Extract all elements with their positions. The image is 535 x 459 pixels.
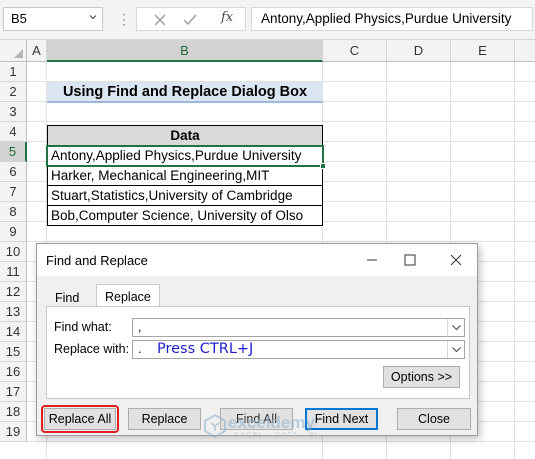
tab-strip: Find Replace [46, 284, 470, 307]
watermark-tagline: EXCEL · DATA · BI [234, 432, 319, 439]
row-header-14[interactable]: 14 [0, 322, 27, 342]
find-what-value: , [138, 320, 142, 334]
name-box-value: B5 [11, 11, 27, 26]
gridline [27, 121, 535, 122]
row-header-1[interactable]: 1 [0, 62, 27, 82]
row-header-18[interactable]: 18 [0, 402, 27, 422]
maximize-icon[interactable] [395, 244, 425, 276]
column-header-f[interactable] [515, 40, 535, 62]
row-header-12[interactable]: 12 [0, 282, 27, 302]
close-button[interactable]: Close [397, 408, 471, 430]
table-row[interactable]: Stuart,Statistics,University of Cambridg… [47, 185, 323, 206]
table-header-cell[interactable]: Data [47, 125, 323, 146]
replace-with-dropdown[interactable] [447, 341, 464, 358]
formula-bar: B5 ⋮ fx Antony,Applied Physics,Purdue Un… [0, 0, 535, 40]
row-header-17[interactable]: 17 [0, 382, 27, 402]
column-header-d[interactable]: D [387, 40, 451, 62]
watermark: exceldemy EXCEL · DATA · BI [200, 410, 340, 446]
data-table: Data Antony,Applied Physics,Purdue Unive… [47, 125, 323, 226]
find-what-input[interactable]: , [132, 318, 465, 337]
row-header-5[interactable]: 5 [0, 142, 27, 162]
row-header-9[interactable]: 9 [0, 222, 27, 242]
chevron-down-icon[interactable] [89, 13, 97, 21]
title-cell[interactable]: Using Find and Replace Dialog Box [47, 82, 323, 103]
formula-bar-resize-handle[interactable]: ⋮ [117, 11, 131, 27]
tab-find-label: Find [55, 291, 80, 305]
column-header-a[interactable]: A [27, 40, 47, 62]
column-header-e[interactable]: E [451, 40, 515, 62]
row-header-15[interactable]: 15 [0, 342, 27, 362]
chevron-down-icon [452, 325, 461, 331]
row-header-10[interactable]: 10 [0, 242, 27, 262]
options-button[interactable]: Options >> [383, 366, 460, 388]
press-ctrl-j-note: Press CTRL+J [157, 341, 254, 357]
name-box[interactable]: B5 [3, 7, 103, 31]
formula-bar-buttons: fx [136, 7, 246, 31]
replace-with-label: Replace with: [54, 342, 130, 356]
table-row[interactable]: Harker, Mechanical Engineering,MIT [47, 165, 323, 186]
row-header-2[interactable]: 2 [0, 82, 27, 102]
minimize-icon[interactable] [357, 244, 387, 276]
find-what-label: Find what: [54, 320, 112, 334]
replace-all-button[interactable]: Replace All [44, 408, 116, 430]
row-header-6[interactable]: 6 [0, 162, 27, 182]
cancel-icon[interactable] [151, 11, 169, 29]
row-header-4[interactable]: 4 [0, 122, 27, 142]
find-replace-dialog: Find and Replace Find Replace Find what:… [36, 243, 478, 436]
close-icon[interactable] [441, 244, 471, 276]
tab-replace[interactable]: Replace [96, 284, 160, 307]
column-header-c[interactable]: C [323, 40, 387, 62]
insert-function-icon[interactable]: fx [221, 10, 233, 25]
replace-with-input[interactable]: . Press CTRL+J [132, 340, 465, 359]
row-header-16[interactable]: 16 [0, 362, 27, 382]
formula-text: Antony,Applied Physics,Purdue University [261, 11, 512, 26]
tab-find[interactable]: Find [46, 287, 89, 307]
row-header-19[interactable]: 19 [0, 422, 27, 442]
select-all-triangle-icon [14, 49, 23, 58]
row-header-8[interactable]: 8 [0, 202, 27, 222]
row-header-13[interactable]: 13 [0, 302, 27, 322]
chevron-down-icon [452, 347, 461, 353]
column-header-b[interactable]: B [47, 40, 323, 62]
replace-button[interactable]: Replace [128, 408, 201, 430]
row-header-3[interactable]: 3 [0, 102, 27, 122]
gridline [514, 62, 515, 459]
check-icon[interactable] [181, 11, 199, 29]
replace-with-value: . [138, 342, 142, 356]
exceldemy-logo-icon [204, 414, 226, 438]
row-header-11[interactable]: 11 [0, 262, 27, 282]
find-what-dropdown[interactable] [447, 319, 464, 336]
select-all-button[interactable] [0, 40, 27, 62]
gridline [27, 241, 535, 242]
formula-input[interactable]: Antony,Applied Physics,Purdue University [251, 7, 533, 31]
fill-handle[interactable] [320, 163, 326, 169]
table-row[interactable]: Bob,Computer Science, University of Olso [47, 205, 323, 226]
dialog-titlebar[interactable]: Find and Replace [37, 244, 477, 276]
table-row[interactable]: Antony,Applied Physics,Purdue University [47, 145, 323, 166]
watermark-name: exceldemy [228, 413, 315, 432]
row-header-7[interactable]: 7 [0, 182, 27, 202]
tab-replace-label: Replace [105, 290, 151, 304]
dialog-title: Find and Replace [46, 253, 148, 268]
